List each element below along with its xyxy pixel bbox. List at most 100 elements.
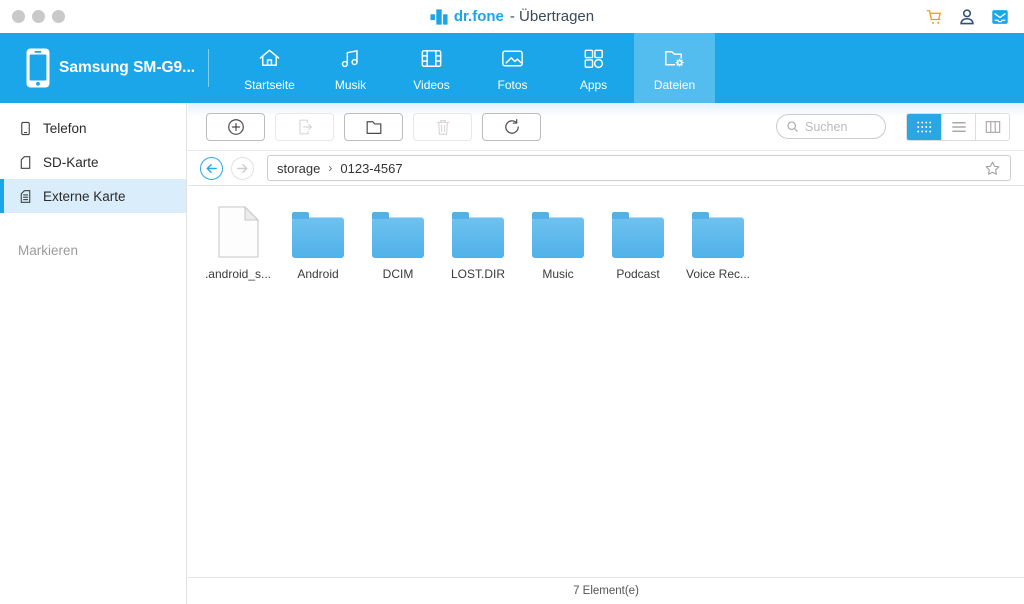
add-button[interactable] (206, 113, 265, 141)
file-icon (218, 200, 259, 258)
tab-label: Fotos (497, 78, 527, 92)
refresh-button[interactable] (482, 113, 541, 141)
file-item[interactable]: Music (518, 200, 598, 281)
window-controls (12, 10, 65, 23)
minimize-button[interactable] (32, 10, 45, 23)
module-title: - Übertragen (510, 8, 594, 25)
video-icon (418, 45, 445, 72)
file-item[interactable]: Podcast (598, 200, 678, 281)
file-name: DCIM (383, 267, 414, 281)
refresh-icon (502, 117, 522, 137)
new-folder-button[interactable] (344, 113, 403, 141)
folder-icon (364, 117, 384, 137)
search-box (776, 114, 886, 139)
grid-view-button[interactable] (907, 114, 941, 140)
app-window: dr.fone - Übertragen Samsung SM-G9... St… (0, 0, 1024, 604)
cart-icon[interactable] (924, 7, 944, 27)
file-item[interactable]: LOST.DIR (438, 200, 518, 281)
item-count: 7 Element(e) (573, 585, 639, 597)
search-input[interactable] (805, 120, 875, 134)
favorite-star-icon[interactable] (984, 160, 1001, 177)
user-icon[interactable] (957, 7, 977, 27)
content-pane: storage › 0123-4567 .android_s... Androi… (188, 103, 1024, 604)
tab-fotos[interactable]: Fotos (472, 33, 553, 103)
close-button[interactable] (12, 10, 25, 23)
file-name: Android (297, 267, 338, 281)
navbar: Samsung SM-G9... Startseite Musik Videos… (0, 33, 1024, 103)
breadcrumb-segment-card[interactable]: 0123-4567 (340, 161, 402, 176)
arrow-right-icon (236, 162, 249, 175)
folder-icon (292, 200, 344, 258)
music-icon (337, 45, 364, 72)
nav-tabs: Startseite Musik Videos Fotos Apps Datei… (229, 33, 715, 103)
arrow-left-icon (205, 162, 218, 175)
forward-button[interactable] (231, 157, 254, 180)
app-name: dr.fone (454, 8, 504, 25)
sidebar-item-label: Externe Karte (43, 189, 126, 204)
file-item[interactable]: DCIM (358, 200, 438, 281)
folder-icon (692, 200, 744, 258)
list-view-icon (951, 120, 967, 134)
status-bar: 7 Element(e) (188, 577, 1024, 604)
grid-view-icon (916, 120, 932, 134)
tab-label: Videos (413, 78, 449, 92)
list-view-button[interactable] (941, 114, 975, 140)
sd-card-icon (18, 155, 33, 170)
columns-view-button[interactable] (975, 114, 1009, 140)
tab-label: Musik (335, 78, 366, 92)
maximize-button[interactable] (52, 10, 65, 23)
back-button[interactable] (200, 157, 223, 180)
sidebar-section-markieren[interactable]: Markieren (0, 243, 186, 258)
inbox-icon[interactable] (990, 7, 1010, 27)
folder-icon (532, 200, 584, 258)
sidebar-item-label: SD-Karte (43, 155, 99, 170)
file-name: .android_s... (205, 267, 271, 281)
tab-apps[interactable]: Apps (553, 33, 634, 103)
tab-musik[interactable]: Musik (310, 33, 391, 103)
columns-view-icon (985, 120, 1001, 134)
folder-icon (372, 200, 424, 258)
toolbar (188, 103, 1024, 151)
tab-startseite[interactable]: Startseite (229, 33, 310, 103)
file-name: LOST.DIR (451, 267, 505, 281)
home-icon (256, 45, 283, 72)
folder-icon (612, 200, 664, 258)
files-icon (661, 45, 688, 72)
tab-label: Dateien (654, 78, 695, 92)
tab-videos[interactable]: Videos (391, 33, 472, 103)
device-phone-icon (26, 48, 50, 88)
plus-circle-icon (226, 117, 246, 137)
delete-button[interactable] (413, 113, 472, 141)
file-item[interactable]: Voice Rec... (678, 200, 758, 281)
window-title: dr.fone - Übertragen (0, 0, 1024, 33)
file-item[interactable]: Android (278, 200, 358, 281)
tab-label: Apps (580, 78, 607, 92)
sidebar-item-telefon[interactable]: Telefon (0, 111, 186, 145)
device-name: Samsung SM-G9... (59, 59, 195, 77)
photo-icon (499, 45, 526, 72)
phone-icon (18, 121, 33, 136)
nav-divider (208, 49, 209, 87)
trash-icon (433, 117, 453, 137)
folder-icon (452, 200, 504, 258)
apps-icon (580, 45, 607, 72)
breadcrumb-separator: › (328, 161, 332, 175)
file-name: Voice Rec... (686, 267, 750, 281)
breadcrumb[interactable]: storage › 0123-4567 (267, 155, 1011, 181)
file-item[interactable]: .android_s... (198, 200, 278, 281)
file-grid: .android_s... Android DCIM LOST.DIR Musi… (188, 186, 1024, 291)
breadcrumb-segment-storage[interactable]: storage (277, 161, 320, 176)
device-selector[interactable]: Samsung SM-G9... (0, 33, 208, 103)
tab-label: Startseite (244, 78, 295, 92)
sidebar-item-sd-karte[interactable]: SD-Karte (0, 145, 186, 179)
file-name: Podcast (616, 267, 659, 281)
external-card-icon (18, 189, 33, 204)
sidebar-item-externe-karte[interactable]: Externe Karte (0, 179, 186, 213)
export-icon (295, 117, 315, 137)
drfone-logo-icon (430, 8, 448, 26)
export-button[interactable] (275, 113, 334, 141)
tab-dateien[interactable]: Dateien (634, 33, 715, 103)
file-name: Music (542, 267, 573, 281)
titlebar-actions (924, 0, 1010, 33)
search-icon (786, 120, 799, 133)
